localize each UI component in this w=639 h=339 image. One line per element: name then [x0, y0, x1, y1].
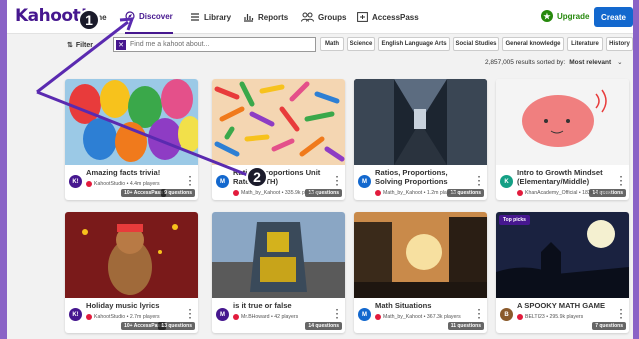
- step-callout-1: 1: [78, 9, 100, 31]
- annotation-arrows: [36, 17, 251, 178]
- step-callout-2: 2: [246, 166, 268, 188]
